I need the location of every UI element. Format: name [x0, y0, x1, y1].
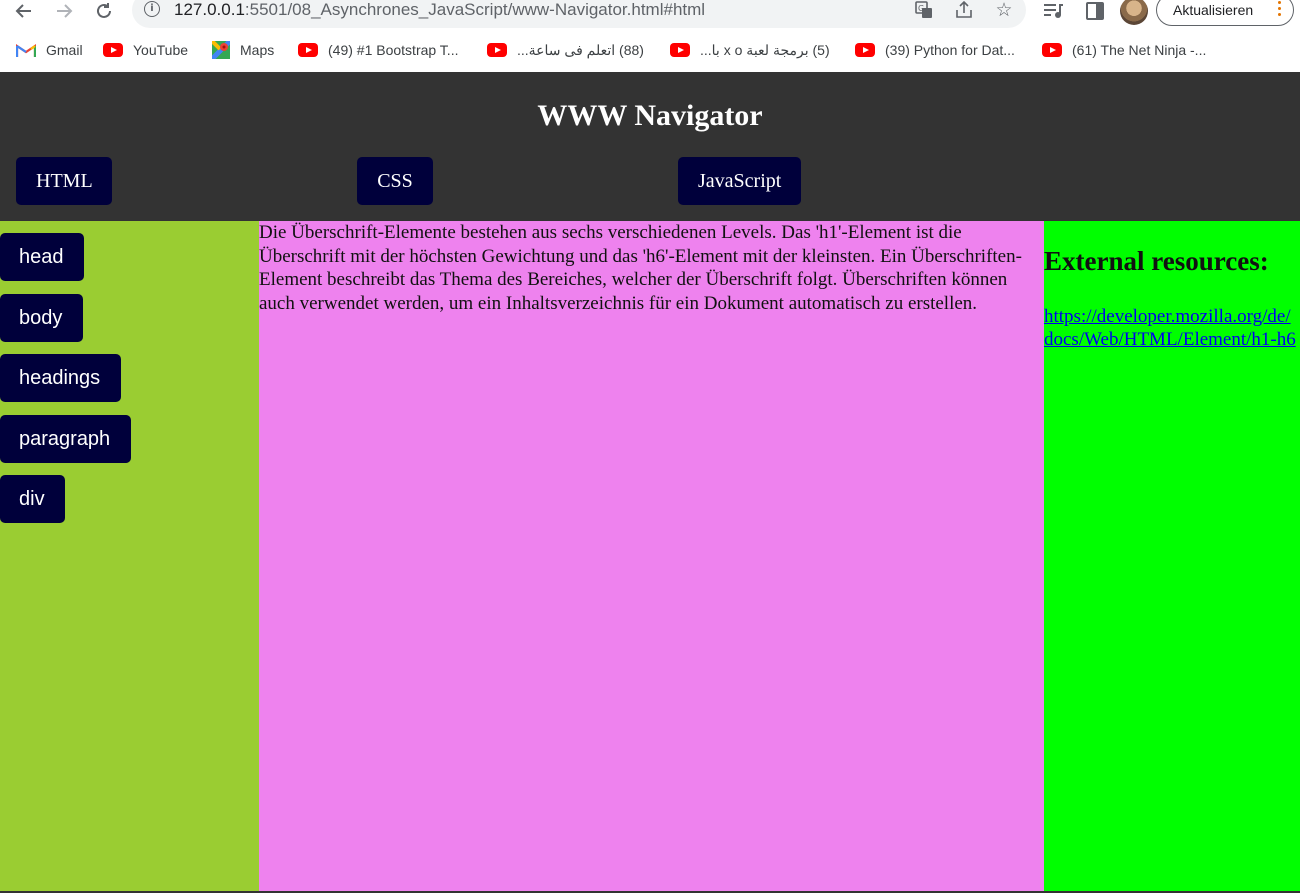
site-info-icon[interactable]: i [144, 1, 160, 17]
topic-button-headings[interactable]: headings [0, 354, 121, 402]
profile-avatar[interactable] [1120, 0, 1148, 25]
bookmark-net-ninja[interactable]: (61) The Net Ninja -... [1042, 38, 1206, 62]
side-panel-icon[interactable] [1082, 0, 1108, 24]
bookmark-star-icon[interactable]: ☆ [992, 0, 1016, 22]
share-icon[interactable] [952, 0, 976, 22]
gmail-icon [15, 43, 37, 58]
browser-chrome: i 127.0.0.1:5501/08_Asynchrones_JavaScri… [0, 0, 1300, 72]
back-arrow-icon[interactable] [10, 0, 38, 24]
youtube-icon [103, 43, 123, 57]
nav-button-javascript[interactable]: JavaScript [678, 157, 801, 205]
bookmark-arabic-2[interactable]: (5) برمجة لعبة x o با... [670, 38, 830, 62]
url-text[interactable]: 127.0.0.1:5501/08_Asynchrones_JavaScript… [174, 0, 705, 20]
maps-icon [210, 39, 232, 61]
topic-sidebar: head body headings paragraph div [0, 221, 259, 891]
content-text: Die Überschrift-Elemente bestehen aus se… [259, 222, 1022, 314]
reload-icon[interactable] [90, 0, 118, 24]
address-bar[interactable]: i 127.0.0.1:5501/08_Asynchrones_JavaScri… [132, 0, 1026, 28]
youtube-icon [487, 43, 507, 57]
page-header: WWW Navigator HTML CSS JavaScript [0, 72, 1300, 221]
update-button[interactable]: Aktualisieren [1156, 0, 1294, 26]
bookmark-bootstrap[interactable]: (49) #1 Bootstrap T... [298, 38, 458, 62]
bookmarks-bar: Gmail YouTube Maps (49) #1 Bootstrap T..… [0, 38, 1300, 62]
topic-button-head[interactable]: head [0, 233, 84, 281]
youtube-icon [670, 43, 690, 57]
svg-text:G: G [918, 4, 924, 13]
content-panel: Die Überschrift-Elemente bestehen aus se… [259, 221, 1044, 891]
bookmark-maps[interactable]: Maps [210, 38, 274, 62]
bookmark-arabic-1[interactable]: (88) اتعلم فى ساعة... [487, 38, 644, 62]
nav-button-html[interactable]: HTML [16, 157, 112, 205]
bookmark-gmail[interactable]: Gmail [15, 38, 83, 62]
youtube-icon [855, 43, 875, 57]
youtube-icon [298, 43, 318, 57]
more-menu-icon[interactable] [1278, 0, 1281, 17]
topic-button-div[interactable]: div [0, 475, 65, 523]
bookmark-python[interactable]: (39) Python for Dat... [855, 38, 1015, 62]
browser-toolbar: i 127.0.0.1:5501/08_Asynchrones_JavaScri… [0, 0, 1300, 30]
resources-panel: External resources: https://developer.mo… [1044, 221, 1300, 891]
bookmark-youtube[interactable]: YouTube [103, 38, 188, 62]
youtube-icon [1042, 43, 1062, 57]
page-title: WWW Navigator [537, 99, 763, 132]
topic-button-paragraph[interactable]: paragraph [0, 415, 131, 463]
web-page: WWW Navigator HTML CSS JavaScript head b… [0, 72, 1300, 893]
media-controls-icon[interactable] [1040, 0, 1066, 24]
resource-link[interactable]: https://developer.mozilla.org/de/docs/We… [1044, 305, 1300, 351]
topic-button-body[interactable]: body [0, 294, 83, 342]
nav-button-css[interactable]: CSS [357, 157, 433, 205]
resources-heading: External resources: [1044, 246, 1269, 276]
forward-arrow-icon[interactable] [50, 0, 78, 24]
translate-icon[interactable]: G [912, 0, 936, 22]
